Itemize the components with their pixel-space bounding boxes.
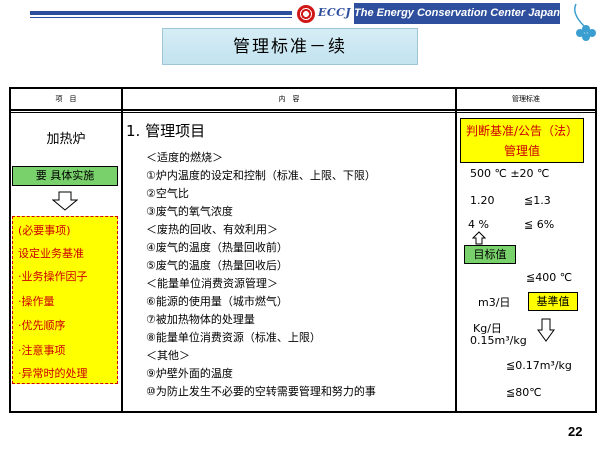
management-items-title: 1. 管理项目 xyxy=(126,122,206,140)
down-arrow-icon xyxy=(537,318,555,342)
unit-consumption-value: 0.15m³/kg xyxy=(470,334,527,347)
unit-consumption-limit: ≦0.17m³/kg xyxy=(506,359,572,372)
page-title: 管理标准－续 xyxy=(162,28,418,65)
clover-logo-icon xyxy=(573,3,596,41)
requirement-item: (必要事项) xyxy=(18,224,71,237)
column-divider xyxy=(121,87,123,413)
criteria-title: 判断基准/公告（法） xyxy=(465,124,579,138)
content-line: ⑧能量单位消费资源（标准、上限） xyxy=(146,331,321,344)
content-line: ②空气比 xyxy=(146,187,189,200)
eccj-logo-icon xyxy=(297,5,315,23)
down-arrow-icon xyxy=(52,191,78,211)
requirement-item: ·异常时的处理 xyxy=(18,367,88,380)
requirement-item: ·优先顺序 xyxy=(18,319,66,332)
page-number: 22 xyxy=(568,424,583,439)
content-line: ①炉内温度的设定和控制（标准、上限、下限） xyxy=(146,169,376,182)
content-line: ③废气的氧气浓度 xyxy=(146,205,233,218)
content-line: ⑦被加热物体的处理量 xyxy=(146,313,255,326)
content-line: ⑩为防止发生不必要的空转需要管理和努力的事 xyxy=(146,385,376,398)
org-name-banner: The Energy Conservation Center Japan xyxy=(354,3,560,24)
header-cell-content: 内 容 xyxy=(278,95,300,103)
base-value-box: 基準值 xyxy=(528,292,578,311)
content-line: ⑨炉壁外面的温度 xyxy=(146,367,233,380)
content-line: ＜能量单位消费资源管理＞ xyxy=(146,277,278,290)
requirement-item: ·操作量 xyxy=(18,295,55,308)
criteria-subtitle: 管理值 xyxy=(503,144,540,158)
oxygen-limit: ≦ 6% xyxy=(524,218,555,231)
temp-value: 500 ℃ ±20 ℃ xyxy=(470,167,550,180)
content-line: ＜适度的燃烧＞ xyxy=(146,151,223,164)
requirement-item: 设定业务基准 xyxy=(18,247,84,260)
requirement-item: ·业务操作因子 xyxy=(18,270,88,283)
content-line: ＜其他＞ xyxy=(146,349,190,362)
header-rule-thin xyxy=(30,17,292,18)
content-line: ④废气的温度（热量回收前） xyxy=(146,241,288,254)
wall-temp-limit: ≦80℃ xyxy=(506,386,542,399)
header-rule xyxy=(30,11,292,15)
header-cell-standard: 管理标准 xyxy=(512,95,540,103)
content-line: ⑥能源的使用量（城市燃气） xyxy=(146,295,288,308)
content-line: ⑤废气的温度（热量回收后） xyxy=(146,259,288,272)
energy-unit-label: m3/日 xyxy=(478,296,511,309)
up-arrow-icon xyxy=(472,231,486,245)
criteria-box: 判断基准/公告（法） 管理值 xyxy=(460,118,584,163)
column-divider xyxy=(455,87,457,413)
target-value-box: 目标值 xyxy=(464,245,516,264)
equipment-label: 加热炉 xyxy=(46,132,86,147)
exhaust-temp-value: ≦400 ℃ xyxy=(526,271,573,284)
oxygen-value: 4 % xyxy=(468,218,489,231)
content-line: ＜废热的回收、有效利用＞ xyxy=(146,223,278,236)
header-row-rule xyxy=(9,109,597,111)
header-row-rule-thin xyxy=(9,112,597,113)
air-ratio-limit: ≦1.3 xyxy=(524,194,551,207)
air-ratio-value: 1.20 xyxy=(470,194,495,207)
logo-text: ECCJ xyxy=(318,6,352,19)
implementation-box: 要 具体实施 xyxy=(12,166,118,186)
header-cell-item: 项 目 xyxy=(55,95,77,103)
requirement-item: ·注意事项 xyxy=(18,344,66,357)
